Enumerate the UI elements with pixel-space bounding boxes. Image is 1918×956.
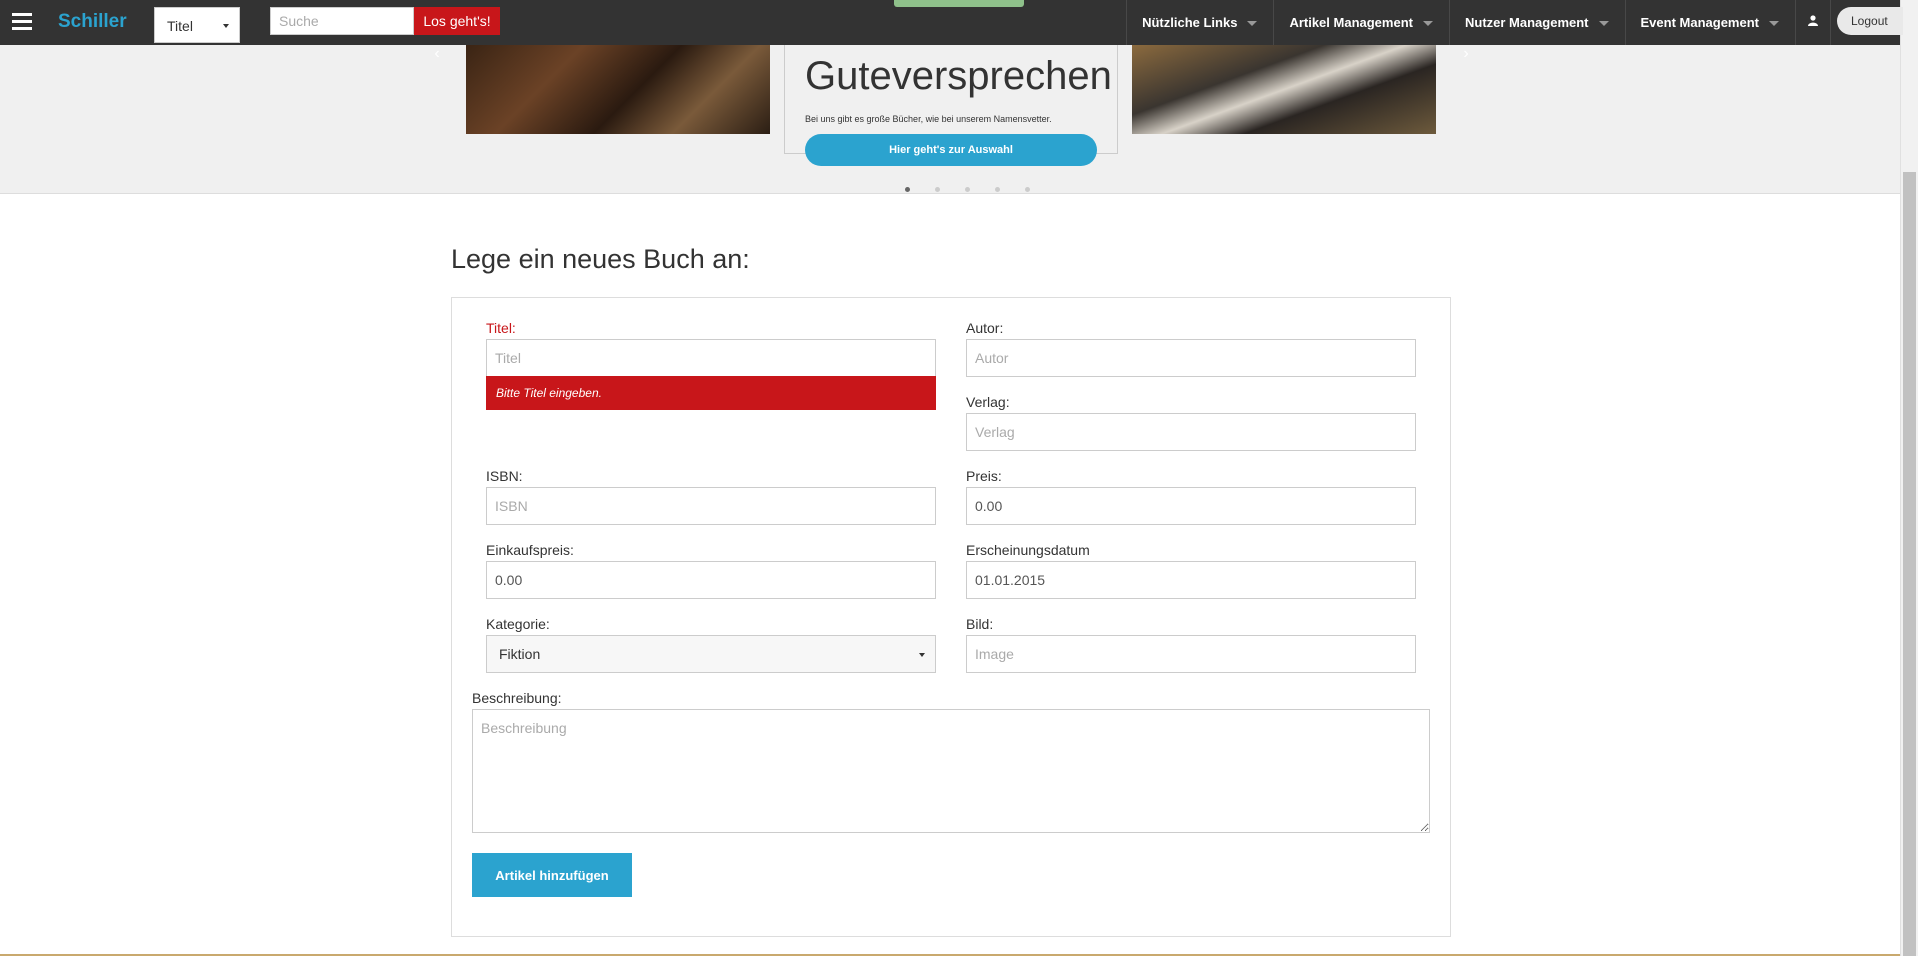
- slide-cta-button[interactable]: Hier geht's zur Auswahl: [805, 134, 1097, 166]
- carousel-dot[interactable]: [965, 187, 970, 192]
- title-input[interactable]: [486, 339, 936, 377]
- page-title: Lege ein neues Buch an:: [451, 244, 750, 274]
- publisher-label: Verlag:: [966, 394, 1010, 410]
- user-icon: [1808, 15, 1818, 26]
- category-label: Kategorie:: [486, 616, 550, 632]
- release-date-label: Erscheinungsdatum: [966, 542, 1090, 558]
- carousel-dot[interactable]: [995, 187, 1000, 192]
- search-type-value: Titel: [167, 18, 193, 34]
- title-error-message: Bitte Titel eingeben.: [486, 376, 936, 410]
- add-article-button[interactable]: Artikel hinzufügen: [472, 853, 632, 897]
- hamburger-menu-icon[interactable]: [12, 13, 32, 31]
- slide-image-right[interactable]: [1132, 45, 1436, 134]
- purchase-price-label: Einkaufspreis:: [486, 542, 574, 558]
- caret-down-icon: [1422, 21, 1433, 27]
- scrollbar-thumb[interactable]: [1903, 172, 1916, 956]
- logout-container: Logout: [1830, 0, 1903, 45]
- publisher-input[interactable]: [966, 413, 1416, 451]
- carousel-indicators: [905, 187, 1055, 192]
- isbn-label: ISBN:: [486, 468, 523, 484]
- author-input[interactable]: [966, 339, 1416, 377]
- slide-text: Bei uns gibt es große Bücher, wie bei un…: [805, 114, 1052, 124]
- search-input[interactable]: [270, 7, 414, 35]
- user-menu[interactable]: [1795, 0, 1830, 45]
- nav-item-label: Nützliche Links: [1142, 15, 1238, 30]
- caret-down-icon: [223, 24, 229, 28]
- chevron-right-icon[interactable]: ›: [1456, 45, 1476, 63]
- category-select[interactable]: Fiktion: [486, 635, 936, 673]
- author-label: Autor:: [966, 320, 1004, 336]
- title-label: Titel:: [486, 320, 516, 336]
- scrollbar-track[interactable]: [1900, 0, 1918, 956]
- image-input[interactable]: [966, 635, 1416, 673]
- logout-button[interactable]: Logout: [1837, 7, 1903, 35]
- description-label: Beschreibung:: [472, 690, 562, 706]
- nav-item-label: Event Management: [1640, 15, 1759, 30]
- search-button[interactable]: Los geht's!: [414, 7, 500, 35]
- search-type-dropdown[interactable]: Titel: [154, 7, 240, 43]
- slide-caption-card: Guteversprechen Bei uns gibt es große Bü…: [784, 45, 1118, 166]
- caret-down-icon: [919, 653, 925, 657]
- category-value: Fiktion: [499, 646, 541, 662]
- nav-item-user-management[interactable]: Nutzer Management: [1448, 0, 1625, 45]
- release-date-input[interactable]: [966, 561, 1416, 599]
- caret-down-icon: [1598, 21, 1609, 27]
- carousel-dot[interactable]: [905, 187, 910, 192]
- slide-title: Guteversprechen: [805, 54, 1112, 98]
- nav-item-event-management[interactable]: Event Management: [1624, 0, 1795, 45]
- carousel-dot[interactable]: [1025, 187, 1030, 192]
- image-label: Bild:: [966, 616, 994, 632]
- description-textarea[interactable]: [472, 709, 1430, 833]
- caret-down-icon: [1769, 21, 1779, 27]
- price-label: Preis:: [966, 468, 1002, 484]
- nav-item-label: Artikel Management: [1289, 15, 1413, 30]
- caret-down-icon: [1247, 21, 1258, 27]
- price-input[interactable]: [966, 487, 1416, 525]
- carousel-dot[interactable]: [935, 187, 940, 192]
- isbn-input[interactable]: [486, 487, 936, 525]
- chevron-left-icon[interactable]: ‹: [427, 45, 447, 63]
- nav-item-label: Nutzer Management: [1464, 15, 1589, 30]
- main-nav: Nützliche Links Artikel Management Nutze…: [1126, 0, 1903, 45]
- brand-logo[interactable]: Schiller: [58, 11, 127, 33]
- purchase-price-input[interactable]: [486, 561, 936, 599]
- nav-item-useful-links[interactable]: Nützliche Links: [1126, 0, 1273, 45]
- slide-image-left[interactable]: [466, 45, 770, 134]
- nav-item-article-management[interactable]: Artikel Management: [1273, 0, 1449, 45]
- hero-carousel: Guteversprechen Bei uns gibt es große Bü…: [0, 45, 1900, 194]
- notification-tab[interactable]: [894, 0, 1024, 7]
